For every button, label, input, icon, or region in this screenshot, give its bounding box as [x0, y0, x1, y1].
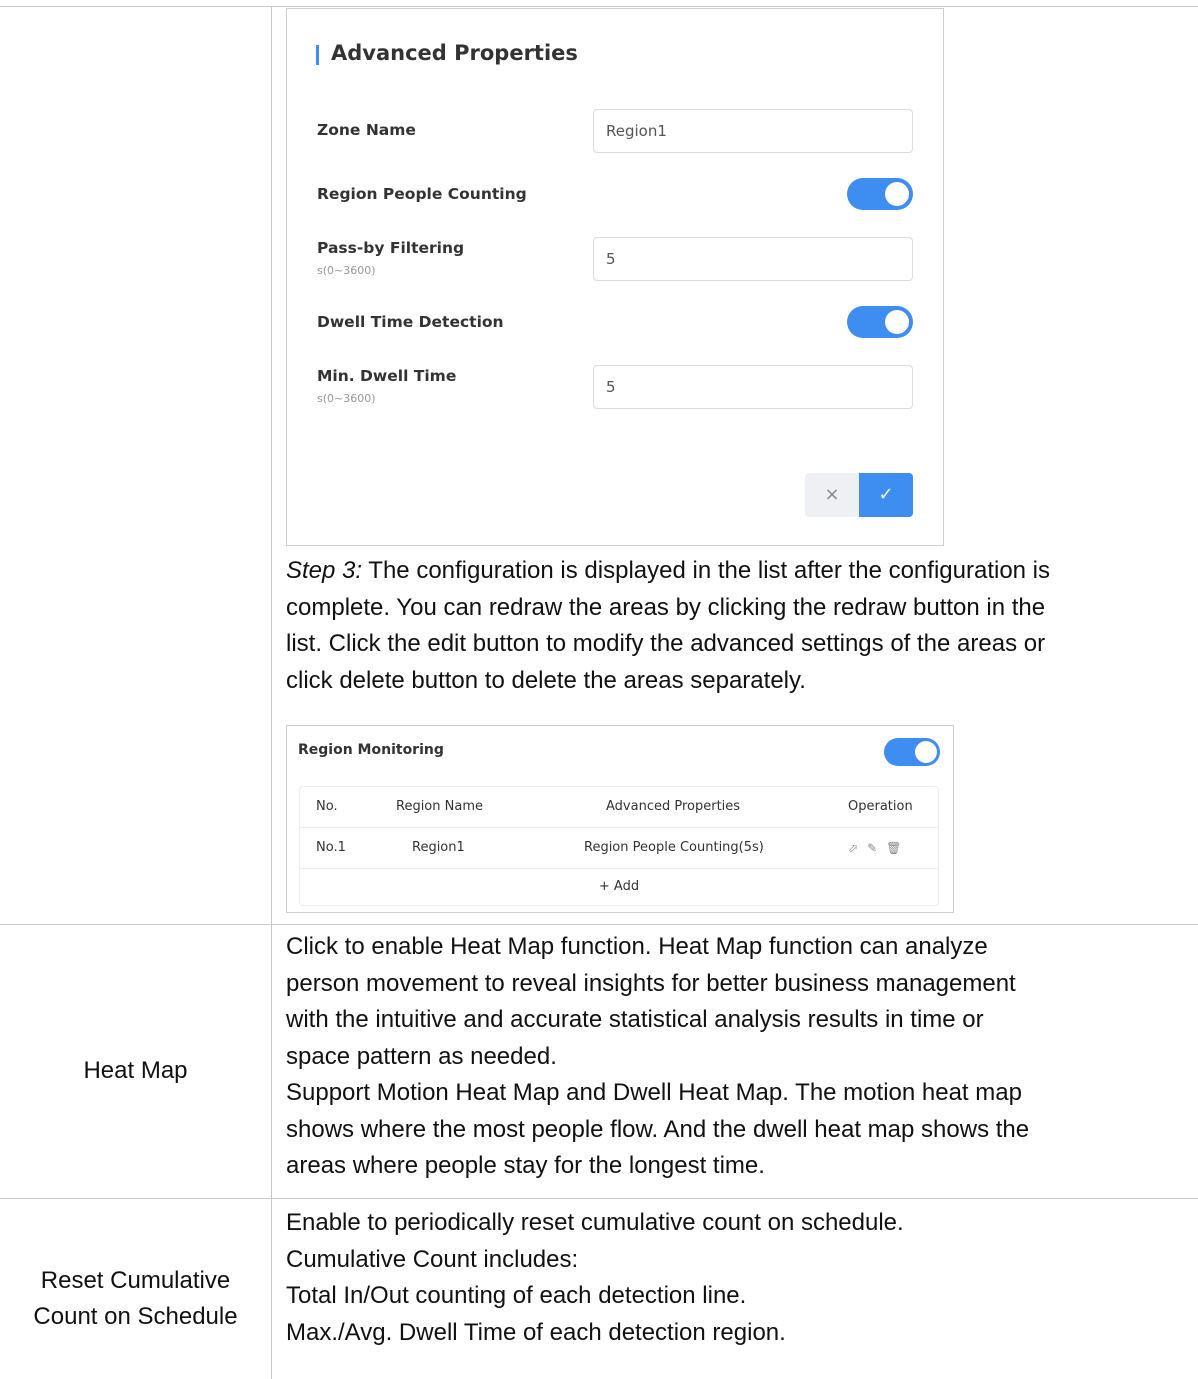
cancel-button[interactable]: ×	[805, 473, 859, 517]
toggle-knob	[885, 310, 909, 334]
cell-advanced-properties: Region People Counting(5s)	[584, 840, 764, 855]
name-line: Count on Schedule	[33, 1303, 238, 1330]
operation-icons: ⬀✎🗑	[848, 828, 910, 868]
description-line: Total In/Out counting of each detection …	[286, 1282, 747, 1309]
step-text-line: complete. You can redraw the areas by cl…	[286, 593, 1046, 621]
table-top-border	[0, 6, 1198, 7]
table-row-divider	[0, 924, 1198, 925]
region-people-counting-toggle[interactable]	[847, 178, 913, 210]
pass-by-filtering-input[interactable]: 5	[593, 237, 913, 281]
description-line: Support Motion Heat Map and Dwell Heat M…	[286, 1079, 1022, 1106]
heat-map-description: Click to enable Heat Map function. Heat …	[286, 929, 1186, 1185]
cell-no: No.1	[316, 840, 346, 855]
name-line: Reset Cumulative	[40, 1267, 231, 1294]
region-table: No. Region Name Advanced Properties Oper…	[299, 786, 939, 906]
pass-by-filtering-label: Pass-by Filtering	[317, 239, 465, 257]
table-row-divider	[0, 1198, 1198, 1199]
region-monitoring-panel: Region Monitoring No. Region Name Advanc…	[286, 725, 954, 913]
min-dwell-time-input[interactable]: 5	[593, 365, 913, 409]
description-line: areas where people stay for the longest …	[286, 1152, 765, 1179]
redraw-icon[interactable]: ⬀	[848, 841, 867, 855]
region-monitoring-toggle[interactable]	[884, 738, 940, 766]
min-dwell-hint: s(0~3600)	[317, 392, 376, 405]
toggle-knob	[885, 182, 909, 206]
header-region-name: Region Name	[396, 799, 483, 814]
step3-paragraph: Step 3: The configuration is displayed i…	[286, 553, 1186, 699]
table-column-divider	[271, 6, 272, 1379]
header-no: No.	[316, 799, 338, 814]
toggle-knob	[915, 741, 937, 763]
min-dwell-time-label: Min. Dwell Time	[317, 367, 457, 385]
description-line: shows where the most people flow. And th…	[286, 1115, 1030, 1143]
dwell-time-detection-toggle[interactable]	[847, 306, 913, 338]
advanced-properties-panel: Advanced Properties Zone Name Region1 Re…	[286, 8, 944, 546]
header-advanced-properties: Advanced Properties	[606, 799, 741, 814]
edit-icon[interactable]: ✎	[867, 841, 886, 855]
header-operation: Operation	[848, 799, 913, 814]
table-header-row: No. Region Name Advanced Properties Oper…	[300, 787, 938, 828]
description-line: Cumulative Count includes:	[286, 1245, 579, 1273]
cell-region-name: Region1	[412, 840, 465, 855]
reset-count-name: Reset Cumulative Count on Schedule	[0, 1263, 271, 1335]
region-monitoring-title: Region Monitoring	[298, 742, 444, 758]
pass-by-hint: s(0~3600)	[317, 264, 376, 277]
step-text-line: The configuration is displayed in the li…	[368, 557, 1051, 584]
table-row: No.1 Region1 Region People Counting(5s) …	[300, 828, 938, 869]
dwell-time-detection-label: Dwell Time Detection	[317, 313, 504, 331]
description-line: person movement to reveal insights for b…	[286, 969, 1016, 997]
check-icon: ✓	[878, 484, 894, 505]
description-line: Max./Avg. Dwell Time of each detection r…	[286, 1318, 786, 1346]
close-icon: ×	[824, 484, 840, 505]
description-line: Enable to periodically reset cumulative …	[286, 1209, 904, 1236]
description-line: Click to enable Heat Map function. Heat …	[286, 933, 988, 960]
region-people-counting-label: Region People Counting	[317, 185, 527, 203]
zone-name-label: Zone Name	[317, 121, 416, 139]
confirm-button[interactable]: ✓	[859, 473, 913, 517]
heat-map-name: Heat Map	[83, 1057, 188, 1084]
description-line: with the intuitive and accurate statisti…	[286, 1006, 984, 1033]
step-text-line: list. Click the edit button to modify th…	[286, 630, 1046, 657]
step-text-line: click delete button to delete the areas …	[286, 666, 806, 694]
step-label: Step 3:	[286, 557, 363, 584]
zone-name-input[interactable]: Region1	[593, 109, 913, 153]
delete-icon[interactable]: 🗑	[886, 841, 910, 855]
panel-title: Advanced Properties	[331, 41, 578, 65]
reset-count-description: Enable to periodically reset cumulative …	[286, 1205, 1186, 1351]
add-button[interactable]: + Add	[300, 869, 938, 905]
description-line: space pattern as needed.	[286, 1042, 557, 1070]
